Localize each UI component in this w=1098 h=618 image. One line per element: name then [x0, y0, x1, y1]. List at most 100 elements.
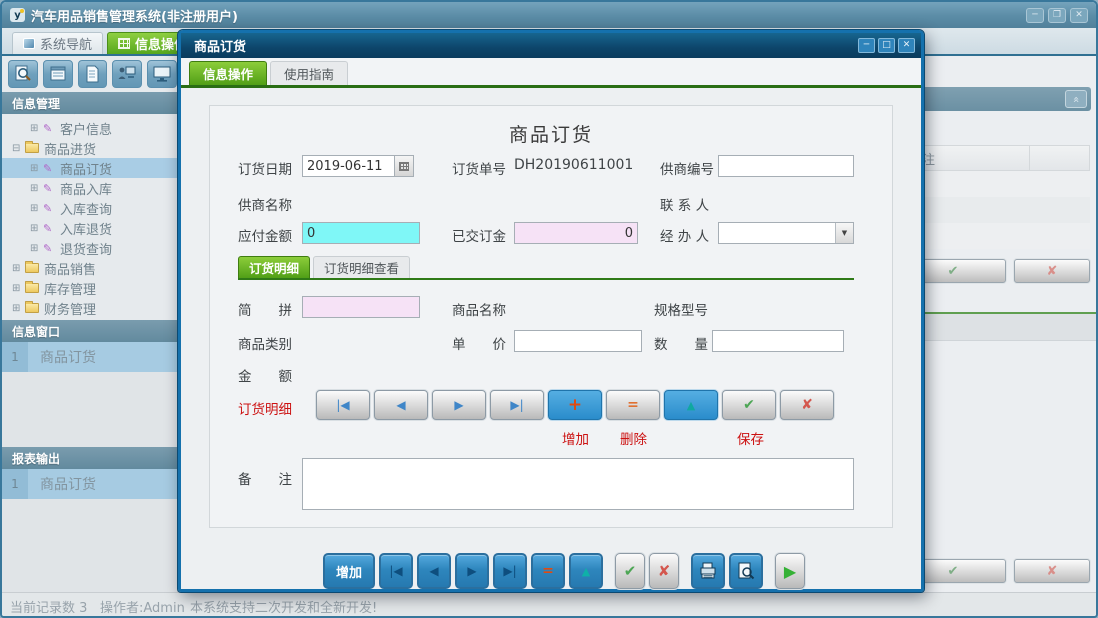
dialog-maximize-button[interactable]: □ [878, 38, 895, 53]
dialog-minimize-button[interactable]: ─ [858, 38, 875, 53]
form-tool-button[interactable] [42, 60, 73, 88]
edit-record-button[interactable]: ▲ [569, 553, 603, 589]
tab-order-detail-view[interactable]: 订货明细查看 [313, 256, 411, 278]
cross-icon: ✘ [1046, 263, 1058, 279]
add-record-button[interactable]: 增加 [323, 553, 375, 589]
tree-label: 商品销售 [44, 262, 97, 278]
calendar-button[interactable] [394, 155, 414, 177]
delete-icon: = [542, 563, 554, 579]
nav-last-button[interactable]: ▶| [490, 390, 544, 420]
tree-item-inbound-query[interactable]: ⊞ ✎ 入库查询 [2, 198, 177, 218]
print-button[interactable] [691, 553, 725, 589]
payable-amount-input[interactable] [302, 222, 420, 244]
record-count: 当前记录数 3 [10, 601, 88, 616]
monitor-tool-button[interactable] [147, 60, 177, 88]
quantity-input[interactable] [712, 330, 844, 352]
expand-icon[interactable]: ⊞ [30, 163, 43, 174]
preview-tool-button[interactable] [8, 60, 38, 88]
window-controls: ─ ❐ ✕ [1026, 7, 1088, 23]
dropdown-arrow-icon[interactable]: ▼ [835, 223, 853, 243]
handler-select[interactable]: ▼ [718, 222, 854, 244]
form-icon [50, 66, 66, 81]
tree-item-return-query[interactable]: ⊞ ✎ 退货查询 [2, 238, 177, 258]
tree-label: 商品进货 [44, 142, 97, 158]
order-date-input[interactable] [302, 155, 394, 177]
delete-record-button[interactable]: = [531, 553, 565, 589]
tab-order-detail[interactable]: 订货明细 [238, 256, 311, 278]
detail-delete-button[interactable]: = [606, 390, 660, 420]
quantity-label: 数 量 [654, 337, 708, 353]
tool-icon: ✎ [43, 121, 53, 135]
cancel-button[interactable]: ✘ [1013, 559, 1090, 583]
remark-textarea[interactable] [302, 458, 854, 510]
expand-icon[interactable]: ⊞ [30, 243, 43, 254]
nav-first-button[interactable]: |◀ [316, 390, 370, 420]
report-output-item[interactable]: 1 商品订货 [2, 469, 177, 499]
post-record-button[interactable]: ✔ [615, 553, 645, 589]
report-output-empty-area [2, 499, 177, 594]
nav-first-button[interactable]: |◀ [379, 553, 413, 589]
nav-next-button[interactable]: ▶ [432, 390, 486, 420]
status-message: 本系统支持二次开发和全新开发! [190, 601, 378, 616]
tree-item-goods-sales[interactable]: ⊞ 商品销售 [2, 258, 177, 278]
tree-item-goods-inbound[interactable]: ⊞ ✎ 商品入库 [2, 178, 177, 198]
tree-item-inbound-return[interactable]: ⊞ ✎ 入库退货 [2, 218, 177, 238]
handler-select-value [719, 223, 835, 243]
operator-tool-button[interactable] [112, 60, 143, 88]
deposit-input[interactable] [514, 222, 638, 244]
nav-last-button[interactable]: ▶| [493, 553, 527, 589]
info-window-list: 1 商品订货 [2, 342, 177, 447]
pinyin-input[interactable] [302, 296, 420, 318]
tab-system-nav[interactable]: 系统导航 [12, 32, 104, 54]
order-no-value: DH20190611001 [514, 157, 634, 173]
detail-add-button[interactable]: + [548, 390, 602, 420]
detail-save-button[interactable]: ✔ [722, 390, 776, 420]
report-output-list: 1 商品订货 [2, 469, 177, 594]
user-computer-icon [118, 66, 136, 79]
cancel-record-button[interactable]: ✘ [649, 553, 679, 589]
restore-button[interactable]: ❐ [1048, 7, 1066, 23]
nav-prev-button[interactable]: ◀ [417, 553, 451, 589]
grid-header-row: 备注 [900, 145, 1090, 171]
run-report-button[interactable]: ▶ [775, 553, 805, 589]
supplier-name-label: 供商名称 [238, 198, 292, 214]
close-button[interactable]: ✕ [1070, 7, 1088, 23]
expand-icon[interactable]: ⊞ [12, 283, 25, 294]
cancel-button[interactable]: ✘ [1013, 259, 1090, 283]
expand-icon[interactable]: ⊞ [12, 303, 25, 314]
detail-edit-button[interactable]: ▲ [664, 390, 718, 420]
dialog-close-button[interactable]: ✕ [898, 38, 915, 53]
minimize-button[interactable]: ─ [1026, 7, 1044, 23]
collapse-icon[interactable]: ⊟ [12, 143, 25, 154]
list-item-label: 商品订货 [28, 469, 177, 499]
expand-icon[interactable]: ⊞ [30, 223, 43, 234]
grid-column-extra[interactable] [1030, 145, 1090, 171]
list-item-index: 1 [2, 342, 28, 372]
expand-icon[interactable]: ⊞ [30, 123, 43, 134]
tab-user-guide[interactable]: 使用指南 [270, 61, 349, 85]
detail-cancel-button[interactable]: ✘ [780, 390, 834, 420]
first-record-icon: |◀ [336, 398, 350, 412]
expand-icon[interactable]: ⊞ [30, 203, 43, 214]
unit-price-input[interactable] [514, 330, 642, 352]
tree-item-finance-mgmt[interactable]: ⊞ 财务管理 [2, 298, 177, 318]
nav-next-button[interactable]: ▶ [455, 553, 489, 589]
tree-item-goods-order[interactable]: ⊞ ✎ 商品订货 [2, 158, 177, 178]
document-tool-button[interactable] [77, 60, 108, 88]
info-window-item[interactable]: 1 商品订货 [2, 342, 177, 372]
edit-icon: ▲ [581, 564, 591, 578]
tab-system-nav-label: 系统导航 [40, 38, 93, 53]
tree-item-goods-purchase[interactable]: ⊟ 商品进货 [2, 138, 177, 158]
tree-item-customer-info[interactable]: ⊞ ✎ 客户信息 [2, 118, 177, 138]
tab-info-operation[interactable]: 信息操作 [189, 61, 268, 85]
order-date-field [302, 155, 414, 177]
dialog-titlebar: 商品订货 ─ □ ✕ [181, 33, 921, 58]
expand-icon[interactable]: ⊞ [12, 263, 25, 274]
collapse-panel-button[interactable]: « [1065, 90, 1087, 108]
print-preview-button[interactable] [729, 553, 763, 589]
supplier-code-input[interactable] [718, 155, 854, 177]
expand-icon[interactable]: ⊞ [30, 183, 43, 194]
nav-prev-button[interactable]: ◀ [374, 390, 428, 420]
goods-order-dialog: 商品订货 ─ □ ✕ 信息操作 使用指南 商品订货 订货日期 2019-06-1… [177, 29, 925, 593]
tree-item-inventory-mgmt[interactable]: ⊞ 库存管理 [2, 278, 177, 298]
